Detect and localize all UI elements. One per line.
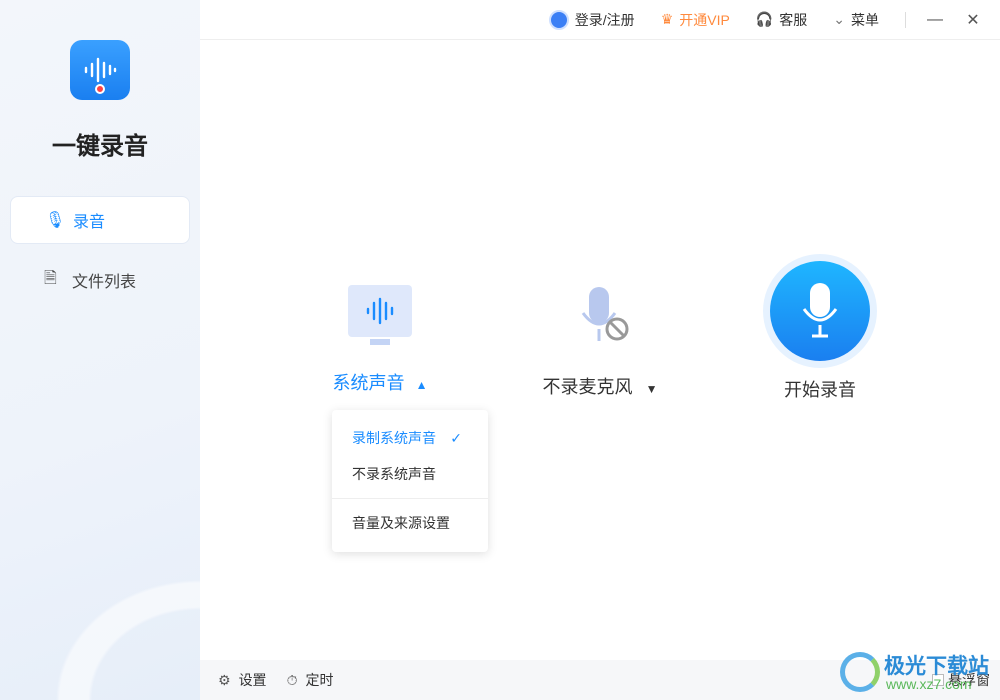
menu-label: 菜单 <box>851 11 879 28</box>
login-button[interactable]: 登录/注册 <box>548 9 635 30</box>
microphone-icon <box>802 283 838 338</box>
footer-bar: ⚙ 设置 ⏱ 定时 悬浮窗 <box>200 660 1000 700</box>
sidebar-item-label: 文件列表 <box>72 274 137 291</box>
dropdown-item-volume-settings[interactable]: 音量及来源设置 <box>332 505 488 541</box>
sidebar-item-file-list[interactable]: 🗎 文件列表 <box>10 256 190 304</box>
dropdown-item-no-system[interactable]: 不录系统声音 <box>332 456 488 492</box>
divider <box>332 498 488 499</box>
login-label: 登录/注册 <box>574 11 635 28</box>
settings-button[interactable]: ⚙ 设置 <box>218 670 267 690</box>
app-logo <box>70 40 130 100</box>
decorative-wave <box>0 460 200 700</box>
sidebar: 一键录音 🎙 录音 🗎 文件列表 <box>0 0 200 700</box>
caret-down-icon: ▼ <box>645 382 658 396</box>
system-sound-dropdown: 录制系统声音 ✓ 不录系统声音 音量及来源设置 <box>332 410 488 552</box>
stopwatch-icon: ⏱ <box>286 671 298 688</box>
vip-label: 开通VIP <box>679 11 730 28</box>
menu-button[interactable]: ⌄ 菜单 <box>833 10 879 30</box>
timer-label: 定时 <box>305 672 334 688</box>
checkbox[interactable] <box>932 674 944 686</box>
start-record-label: 开始录音 <box>784 380 856 400</box>
start-record-button[interactable] <box>763 254 877 368</box>
settings-label: 设置 <box>238 672 267 688</box>
vip-button[interactable]: ♛ 开通VIP <box>661 10 730 30</box>
service-button[interactable]: 🎧 客服 <box>756 10 807 30</box>
document-icon: 🗎 <box>44 269 57 287</box>
monitor-sound-icon <box>348 285 412 345</box>
chevron-down-icon: ⌄ <box>833 11 845 27</box>
microphone-label: 不录麦克风 <box>542 377 633 397</box>
system-sound-source[interactable]: 系统声音 ▲ <box>330 285 430 395</box>
timer-button[interactable]: ⏱ 定时 <box>287 670 334 690</box>
dropdown-item-record-system[interactable]: 录制系统声音 ✓ <box>332 420 488 456</box>
headset-icon: 🎧 <box>755 11 774 27</box>
crown-icon: ♛ <box>660 11 674 27</box>
sidebar-item-record[interactable]: 🎙 录音 <box>10 196 190 244</box>
check-icon: ✓ <box>450 430 462 446</box>
user-avatar-icon <box>548 9 569 30</box>
microphone-source[interactable]: 不录麦克风 ▼ <box>540 285 660 399</box>
close-button[interactable]: ✕ <box>962 10 984 30</box>
gear-icon: ⚙ <box>218 671 231 688</box>
item-label: 音量及来源设置 <box>352 515 450 531</box>
sidebar-item-label: 录音 <box>73 214 106 231</box>
service-label: 客服 <box>779 11 808 28</box>
system-sound-label: 系统声音 <box>332 373 405 393</box>
caret-up-icon: ▲ <box>415 378 428 392</box>
top-bar: 登录/注册 ♛ 开通VIP 🎧 客服 ⌄ 菜单 — ✕ <box>200 0 1000 40</box>
float-label: 悬浮窗 <box>948 672 990 688</box>
microphone-icon: 🎙 <box>45 212 66 229</box>
item-label: 录制系统声音 <box>352 430 436 446</box>
divider <box>905 11 906 28</box>
float-window-checkbox[interactable]: 悬浮窗 <box>932 670 990 690</box>
app-title: 一键录音 <box>52 133 148 160</box>
minimize-button[interactable]: — <box>924 11 946 29</box>
item-label: 不录系统声音 <box>352 466 436 482</box>
microphone-disabled-icon <box>540 285 660 345</box>
